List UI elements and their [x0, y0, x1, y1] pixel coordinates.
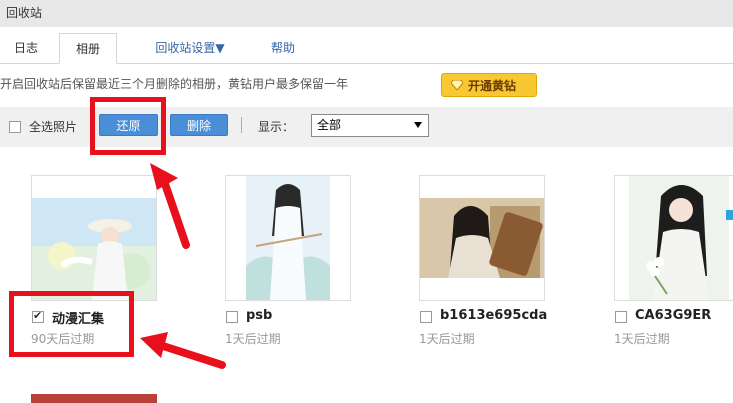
arrow-up-icon [150, 163, 190, 249]
arrow-left-icon [140, 332, 226, 369]
annotation-arrows [140, 163, 226, 369]
